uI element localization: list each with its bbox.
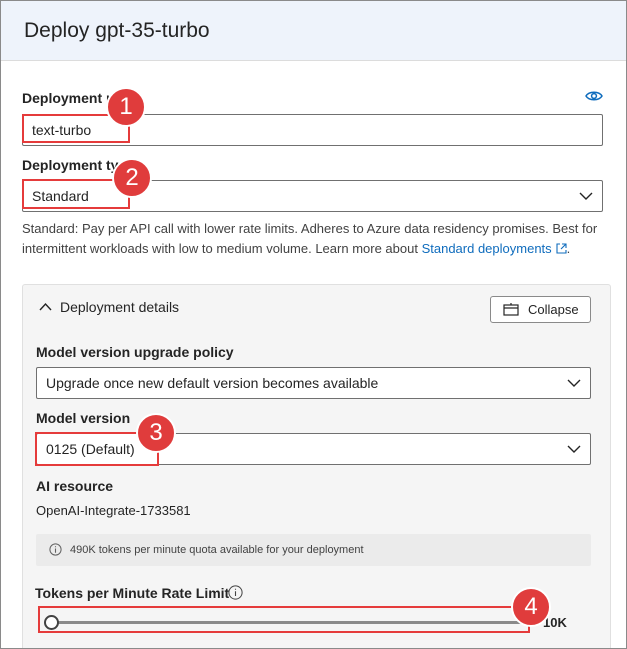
info-icon	[49, 543, 62, 556]
deployment-type-help: Standard: Pay per API call with lower ra…	[22, 219, 607, 259]
quota-info-text: 490K tokens per minute quota available f…	[70, 544, 364, 556]
collapse-button[interactable]: Collapse	[490, 296, 591, 323]
dialog-header: Deploy gpt-35-turbo	[1, 1, 626, 61]
deployment-details-title[interactable]: Deployment details	[60, 299, 179, 315]
eye-icon[interactable]	[585, 90, 603, 102]
rate-limit-label: Tokens per Minute Rate Limit	[35, 585, 230, 601]
ai-resource-value: OpenAI-Integrate-1733581	[36, 503, 191, 518]
help-period: .	[566, 241, 571, 256]
chevron-down-icon	[567, 379, 581, 387]
upgrade-policy-value: Upgrade once new default version becomes…	[46, 375, 379, 391]
annotation-badge-4: 4	[511, 587, 551, 627]
upgrade-policy-select[interactable]: Upgrade once new default version becomes…	[36, 367, 591, 399]
annotation-box-4	[38, 606, 530, 633]
annotation-badge-1: 1	[106, 87, 146, 127]
annotation-badge-3: 3	[136, 413, 176, 453]
chevron-up-icon[interactable]	[39, 302, 52, 311]
chevron-down-icon	[567, 445, 581, 453]
collapse-label: Collapse	[528, 302, 579, 317]
upgrade-policy-label: Model version upgrade policy	[36, 344, 234, 360]
annotation-badge-2: 2	[112, 158, 152, 198]
info-icon[interactable]	[228, 585, 243, 600]
model-version-label: Model version	[36, 410, 131, 426]
dialog-title: Deploy gpt-35-turbo	[24, 19, 210, 42]
standard-deployments-link[interactable]: Standard deployments	[422, 241, 552, 256]
collapse-icon	[503, 303, 519, 316]
deploy-dialog: Deploy gpt-35-turbo Deployment name text…	[0, 0, 627, 649]
ai-resource-label: AI resource	[36, 478, 114, 494]
chevron-down-icon	[579, 192, 593, 200]
quota-info-box: 490K tokens per minute quota available f…	[36, 534, 591, 566]
external-link-icon	[556, 243, 567, 254]
